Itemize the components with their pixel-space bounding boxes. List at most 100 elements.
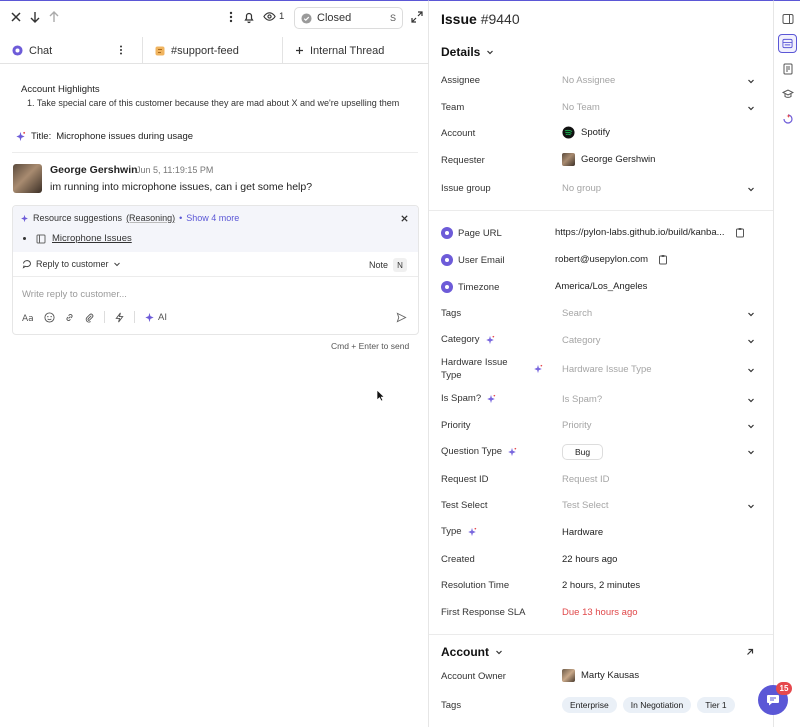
avatar[interactable]	[13, 164, 42, 193]
spotify-logo-icon	[562, 126, 575, 139]
tab-internal-thread[interactable]: Internal Thread	[282, 37, 429, 64]
chevron-down-icon[interactable]	[747, 422, 755, 430]
hardware-issue-type-select[interactable]: Hardware Issue Type	[562, 364, 652, 375]
suggestion-link[interactable]: Microphone Issues	[52, 233, 132, 244]
chevron-down-icon[interactable]	[747, 396, 755, 404]
reply-options-row: Reply to customer Note N	[13, 253, 418, 277]
tags-search-input[interactable]: Search	[562, 308, 592, 319]
requester-label: Requester	[441, 155, 485, 166]
collapse-sidebar-icon[interactable]	[782, 13, 794, 25]
send-icon[interactable]	[396, 312, 407, 323]
sparkle-icon	[485, 335, 494, 344]
assignee-select[interactable]: No Assignee	[562, 75, 615, 86]
previous-issue-icon[interactable]	[47, 10, 61, 24]
issue-title: Issue #9440	[441, 11, 520, 27]
copy-icon[interactable]	[735, 227, 745, 238]
macro-bolt-icon[interactable]	[114, 312, 125, 323]
suggestion-item[interactable]: Microphone Issues	[23, 233, 132, 244]
account-highlights-title: Account Highlights	[21, 84, 100, 95]
eye-icon	[263, 12, 276, 21]
hardware-issue-type-label: Hardware Issue Type	[441, 357, 508, 381]
avatar	[562, 153, 575, 166]
page-url-label: Page URL	[441, 227, 502, 239]
training-cap-icon[interactable]	[782, 88, 794, 100]
field-label: Type	[441, 370, 462, 381]
resolution-time-value: 2 hours, 2 minutes	[562, 580, 641, 591]
more-options-icon[interactable]	[224, 10, 238, 24]
note-shortcut: N	[393, 258, 408, 272]
tag-chip[interactable]: Enterprise	[562, 697, 617, 713]
tab-menu-icon[interactable]	[116, 44, 126, 56]
type-value[interactable]: Hardware	[562, 527, 603, 538]
chevron-down-icon[interactable]	[747, 104, 755, 112]
test-select-label: Test Select	[441, 500, 488, 511]
account-value[interactable]: Spotify	[562, 126, 610, 139]
question-type-select[interactable]: Bug	[562, 444, 604, 460]
reply-icon	[22, 259, 32, 269]
account-name: Spotify	[581, 127, 611, 138]
show-more-link[interactable]: Show 4 more	[186, 213, 239, 223]
field-label: Hardware Issue	[441, 357, 508, 368]
expand-icon[interactable]	[410, 10, 424, 24]
request-id-input[interactable]: Request ID	[562, 474, 610, 485]
attachment-icon[interactable]	[84, 312, 95, 323]
details-toggle[interactable]: Details	[441, 45, 494, 59]
reply-mode-select[interactable]: Reply to customer	[22, 259, 121, 269]
resolution-time-label: Resolution Time	[441, 580, 510, 591]
open-account-arrow-icon[interactable]	[745, 647, 755, 657]
knowledge-base-icon[interactable]	[782, 63, 794, 75]
account-section-toggle[interactable]: Account	[441, 645, 503, 659]
issue-label: Issue	[441, 11, 477, 27]
reasoning-link[interactable]: (Reasoning)	[126, 213, 175, 223]
tag-chip[interactable]: In Negotiation	[622, 697, 692, 713]
emoji-icon[interactable]	[44, 311, 55, 323]
text-format-icon[interactable]: Aa	[22, 312, 35, 323]
chevron-down-icon[interactable]	[747, 310, 755, 318]
issue-group-select[interactable]: No group	[562, 183, 601, 194]
close-icon[interactable]	[9, 10, 23, 24]
avatar	[562, 669, 575, 682]
test-select-select[interactable]: Test Select	[562, 500, 608, 511]
tag-chip[interactable]: Tier 1	[697, 697, 735, 713]
next-issue-icon[interactable]	[28, 10, 42, 24]
chevron-down-icon[interactable]	[747, 366, 755, 374]
category-label: Category	[441, 334, 495, 345]
account-owner-value[interactable]: Marty Kausas	[562, 669, 639, 682]
message-author[interactable]: George Gershwin	[50, 164, 138, 176]
issue-details-tab[interactable]	[778, 34, 797, 53]
chevron-down-icon[interactable]	[747, 77, 755, 85]
chevron-down-icon[interactable]	[747, 448, 755, 456]
send-shortcut-hint: Cmd + Enter to send	[331, 341, 410, 351]
status-select[interactable]: Closed S	[294, 7, 403, 29]
close-icon[interactable]	[400, 214, 409, 223]
chevron-down-icon[interactable]	[747, 337, 755, 345]
timezone-value: America/Los_Angeles	[555, 281, 648, 292]
tab-chat[interactable]: Chat	[12, 37, 142, 65]
field-label: Type	[441, 526, 462, 537]
is-spam-select[interactable]: Is Spam?	[562, 394, 602, 405]
note-toggle[interactable]: Note N	[369, 258, 408, 272]
chevron-down-icon[interactable]	[747, 185, 755, 193]
tab-support-feed[interactable]: #support-feed	[142, 37, 282, 64]
link-icon[interactable]	[64, 312, 75, 323]
notification-bell-icon[interactable]	[242, 10, 256, 24]
category-select[interactable]: Category	[562, 335, 601, 346]
account-owner-label: Account Owner	[441, 671, 506, 682]
requester-value[interactable]: George Gershwin	[562, 153, 655, 166]
ai-assistant-icon[interactable]	[782, 113, 794, 125]
status-label: Closed	[317, 12, 352, 24]
sparkle-icon	[534, 364, 543, 374]
page-url-value[interactable]: https://pylon-labs.github.io/build/kanba…	[555, 227, 745, 238]
requester-name: George Gershwin	[581, 154, 656, 165]
account-tags[interactable]: Enterprise In Negotiation Tier 1	[562, 697, 735, 713]
reply-input[interactable]: Write reply to customer...	[22, 289, 127, 300]
priority-select[interactable]: Priority	[562, 420, 592, 431]
composer-toolbar: Aa AI	[22, 311, 167, 323]
copy-icon[interactable]	[658, 254, 668, 265]
ai-button[interactable]: AI	[144, 312, 167, 323]
watchers-button[interactable]: 1	[263, 10, 289, 24]
team-select[interactable]: No Team	[562, 102, 600, 113]
resource-suggestions: Resource suggestions (Reasoning) • Show …	[13, 206, 418, 252]
user-email-value[interactable]: robert@usepylon.com	[555, 254, 668, 265]
chevron-down-icon[interactable]	[747, 502, 755, 510]
